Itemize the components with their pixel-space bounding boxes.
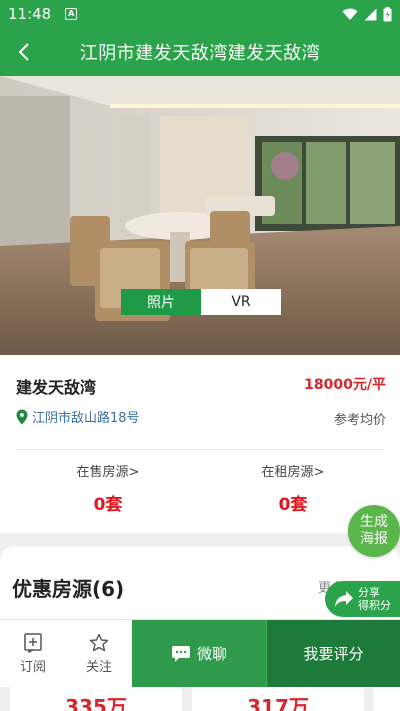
stat-label: 在租房源> <box>261 465 325 480</box>
stat-value: 0套 <box>278 495 308 515</box>
listing-card[interactable]: 335万 <box>10 687 182 711</box>
status-time: 11:48 <box>8 5 52 23</box>
share-label-line2: 得积分 <box>358 599 391 612</box>
back-button[interactable] <box>6 34 42 70</box>
share-button[interactable]: 分享 得积分 <box>325 581 400 617</box>
property-info: 建发天敌湾 18000元/平 江阴市敌山路18号 参考均价 在售房源> 0套 在… <box>0 355 400 533</box>
address-text: 江阴市敌山路18号 <box>32 411 140 426</box>
subscribe-button[interactable]: 订阅 <box>0 620 66 687</box>
poster-label-line1: 生成 <box>360 514 388 530</box>
listing-card[interactable]: 317万 <box>192 687 364 711</box>
bottom-action-bar: 订阅 关注 微聊 我要评分 <box>0 619 400 687</box>
generate-poster-button[interactable]: 生成 海报 <box>348 505 400 557</box>
stat-for-rent[interactable]: 在租房源> 0套 <box>208 461 378 515</box>
divider <box>16 449 384 450</box>
page-title: 江阴市建发天敌湾建发天敌湾 <box>79 43 321 64</box>
signal-icon <box>364 8 377 20</box>
chat-bubble-icon <box>171 645 190 662</box>
deals-title: 优惠房源(6) <box>12 577 125 601</box>
average-price: 18000元/平 <box>304 377 386 393</box>
listing-price: 335万 <box>65 695 127 711</box>
chat-label: 微聊 <box>196 645 227 663</box>
review-button[interactable]: 我要评分 <box>266 620 400 687</box>
address-link[interactable]: 江阴市敌山路18号 <box>16 407 140 426</box>
location-pin-icon <box>16 409 28 424</box>
share-arrow-icon <box>335 591 353 607</box>
listing-strip: 335万 317万 <box>0 687 400 711</box>
tab-photos[interactable]: 照片 <box>121 289 201 315</box>
status-bar: 11:48 A <box>0 0 400 28</box>
status-indicators <box>342 6 392 22</box>
follow-label: 关注 <box>85 659 112 675</box>
tab-vr[interactable]: VR <box>201 289 281 315</box>
wifi-icon <box>342 8 358 20</box>
notification-icon: A <box>65 8 78 20</box>
battery-icon <box>383 6 392 21</box>
chat-button[interactable]: 微聊 <box>132 620 266 687</box>
stat-label: 在售房源> <box>76 465 140 480</box>
subscribe-label: 订阅 <box>19 659 46 675</box>
chevron-left-icon <box>18 43 29 61</box>
media-tabs: 照片 VR <box>121 289 281 315</box>
price-note: 参考均价 <box>333 413 386 428</box>
title-bar: 江阴市建发天敌湾建发天敌湾 <box>0 28 400 76</box>
share-label-line1: 分享 <box>358 586 380 599</box>
listing-price: 317万 <box>247 695 309 711</box>
subscribe-icon <box>24 632 42 653</box>
stat-for-sale[interactable]: 在售房源> 0套 <box>23 461 193 515</box>
property-name: 建发天敌湾 <box>16 378 97 397</box>
star-icon <box>89 633 109 651</box>
poster-label-line2: 海报 <box>360 531 388 547</box>
follow-button[interactable]: 关注 <box>66 620 132 687</box>
listing-card[interactable] <box>374 687 400 711</box>
stat-value: 0套 <box>93 495 123 515</box>
